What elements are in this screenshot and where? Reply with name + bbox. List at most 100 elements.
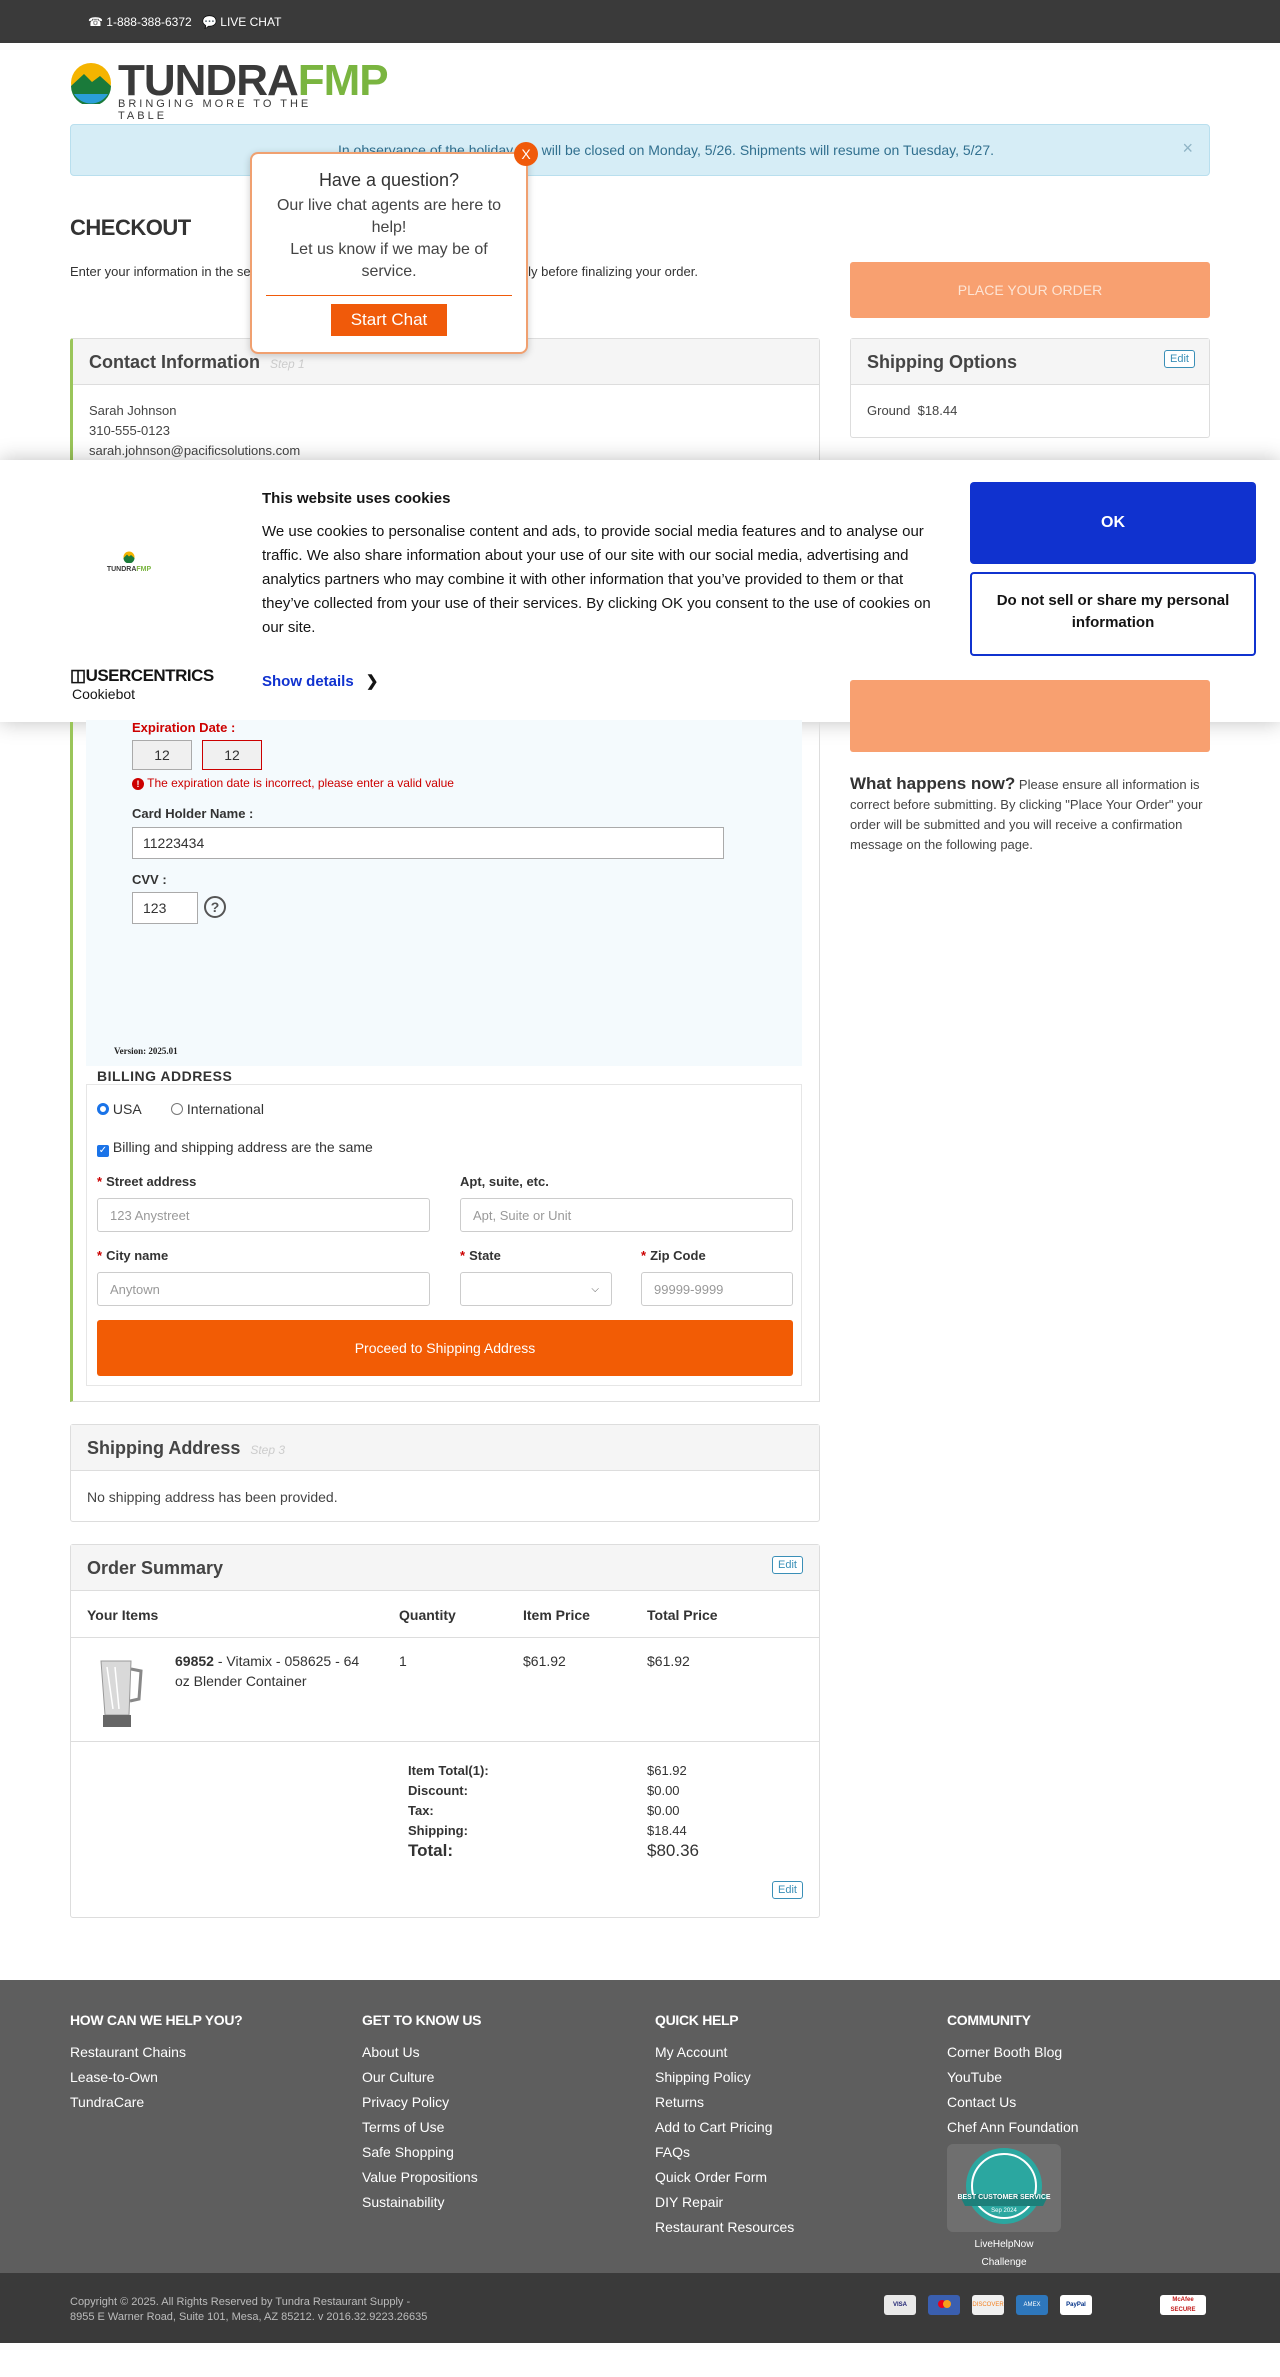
help-icon[interactable]: ? — [204, 896, 226, 918]
logo-tagline: BRINGING MORE TO THE TABLE — [118, 98, 312, 122]
do-not-sell-button[interactable]: Do not sell or share my personal informa… — [970, 572, 1256, 656]
item-price: $61.92 — [523, 1653, 566, 1669]
cookie-ok-button[interactable]: OK — [970, 482, 1256, 564]
same-address-label: Billing and shipping address are the sam… — [112, 1139, 373, 1155]
footer-link[interactable]: About Us — [362, 2040, 478, 2065]
card-holder-input[interactable]: 11223434 — [132, 827, 724, 859]
discover-card-icon: DISCOVER — [972, 2295, 1004, 2315]
amex-card-icon: AMEX — [1016, 2295, 1048, 2315]
col-total-price: Total Price — [647, 1607, 718, 1623]
visa-card-icon: VISA — [884, 2295, 916, 2315]
cvv-input[interactable]: 123 — [132, 892, 198, 924]
col-item-price: Item Price — [523, 1607, 590, 1623]
footer-link[interactable]: Safe Shopping — [362, 2140, 478, 2165]
apt-input[interactable]: Apt, Suite or Unit — [460, 1198, 793, 1232]
cookie-title: This website uses cookies — [262, 490, 451, 507]
same-address-checkbox[interactable]: ✓ Billing and shipping address are the s… — [97, 1139, 373, 1157]
radio-unchecked-icon — [171, 1103, 183, 1115]
footer-link[interactable]: Lease-to-Own — [70, 2065, 186, 2090]
chevron-down-icon: ⌵ — [591, 1283, 599, 1295]
edit-shipping-options-button[interactable]: Edit — [1164, 350, 1195, 368]
edit-order-button-bottom[interactable]: Edit — [772, 1881, 803, 1899]
start-chat-button[interactable]: Start Chat — [330, 304, 448, 336]
exp-month-select[interactable]: 12 — [132, 740, 192, 770]
contact-title: Contact Information — [89, 352, 260, 372]
footer-link[interactable]: Restaurant Resources — [655, 2215, 794, 2240]
shipping-options-panel: Shipping Options Edit Ground $18.44 — [850, 338, 1210, 438]
footer-link[interactable]: Chef Ann Foundation — [947, 2115, 1079, 2140]
footer-link[interactable]: Restaurant Chains — [70, 2040, 186, 2065]
footer-link[interactable]: TundraCare — [70, 2090, 186, 2115]
copyright-text: Copyright © 2025. All Rights Reserved by… — [70, 2296, 428, 2323]
footer-link[interactable]: DIY Repair — [655, 2190, 794, 2215]
cookiebot-label: Cookiebot — [72, 686, 136, 702]
item-total: $61.92 — [647, 1653, 690, 1669]
copyright-bar: Copyright © 2025. All Rights Reserved by… — [0, 2273, 1280, 2343]
radio-usa[interactable]: USA — [97, 1101, 142, 1117]
city-label: * City name — [97, 1248, 169, 1263]
shipping-address-panel: Shipping Address Step 3 No shipping addre… — [70, 1424, 820, 1522]
close-icon[interactable]: X — [514, 142, 538, 166]
street-input[interactable]: 123 Anystreet — [97, 1198, 430, 1232]
show-details-link[interactable]: Show details ❯ — [262, 672, 378, 690]
product-image[interactable] — [93, 1655, 145, 1731]
footer-link[interactable]: Add to Cart Pricing — [655, 2115, 794, 2140]
award-badge-icon — [959, 2148, 1049, 2224]
state-select[interactable]: ⌵ — [460, 1272, 612, 1306]
divider — [266, 295, 512, 296]
footer-link[interactable]: My Account — [655, 2040, 794, 2065]
card-holder-label: Card Holder Name : — [132, 806, 254, 821]
product-name[interactable]: 69852 - Vitamix - 058625 - 64 oz Blender… — [175, 1651, 371, 1691]
usercentrics-logo: ◫USERCENTRICS — [70, 666, 214, 685]
footer-link[interactable]: Sustainability — [362, 2190, 478, 2215]
badge-text: BEST CUSTOMER SERVICE — [957, 2194, 1051, 2201]
edit-order-button[interactable]: Edit — [772, 1556, 803, 1574]
footer-col-community: Corner Booth Blog YouTube Contact Us Che… — [947, 2040, 1079, 2140]
footer-link[interactable]: FAQs — [655, 2140, 794, 2165]
close-icon[interactable]: × — [1182, 138, 1193, 159]
footer-link[interactable]: Shipping Policy — [655, 2065, 794, 2090]
what-happens-block: What happens now? Please ensure all info… — [850, 774, 1210, 855]
live-chat-link[interactable]: 💬 LIVE CHAT — [202, 15, 281, 29]
exp-error-text: The expiration date is incorrect, please… — [147, 776, 454, 790]
shipping-options-header: Shipping Options Edit — [851, 339, 1209, 385]
footer-link[interactable]: Quick Order Form — [655, 2165, 794, 2190]
payment-form: Expiration Date : 12 12 ! The expiration… — [86, 720, 802, 1066]
phone-link[interactable]: ☎ 1-888-388-6372 — [88, 15, 192, 29]
shipping-option-value: Ground $18.44 — [867, 403, 958, 418]
top-bar: ☎ 1-888-388-6372 💬 LIVE CHAT — [0, 0, 1280, 43]
show-details-label: Show details — [262, 673, 354, 690]
footer-link[interactable]: Terms of Use — [362, 2115, 478, 2140]
footer-link[interactable]: Value Propositions — [362, 2165, 478, 2190]
usercentrics-shield-icon: ◫ — [70, 666, 86, 685]
exp-year-select[interactable]: 12 — [202, 740, 262, 770]
footer-link[interactable]: Privacy Policy — [362, 2090, 478, 2115]
place-order-button[interactable]: PLACE YOUR ORDER — [850, 262, 1210, 318]
city-input[interactable]: Anytown — [97, 1272, 430, 1306]
logo-mark-icon — [123, 551, 135, 564]
award-badge[interactable]: BEST CUSTOMER SERVICE Sep 2024 — [947, 2144, 1061, 2232]
footer-col-help: Restaurant Chains Lease-to-Own TundraCar… — [70, 2040, 186, 2115]
footer-col-community-title: COMMUNITY — [947, 2012, 1031, 2028]
footer-link[interactable]: Returns — [655, 2090, 794, 2115]
footer-col-about-title: GET TO KNOW US — [362, 2012, 482, 2028]
chat-popup-line2: Let us know if we may be of service. — [290, 241, 488, 280]
footer-link[interactable]: Our Culture — [362, 2065, 478, 2090]
footer-link[interactable]: Corner Booth Blog — [947, 2040, 1079, 2065]
chat-popup-title: Have a question? — [318, 170, 460, 190]
footer-link[interactable]: Contact Us — [947, 2090, 1079, 2115]
billing-title: BILLING ADDRESS — [97, 1068, 233, 1084]
footer-link[interactable]: YouTube — [947, 2065, 1079, 2090]
zip-input[interactable]: 99999-9999 — [641, 1272, 793, 1306]
order-summary-panel: Order Summary Edit Your Items Quantity I… — [70, 1544, 820, 1918]
radio-usa-label: USA — [112, 1101, 142, 1117]
proceed-shipping-button[interactable]: Proceed to Shipping Address — [97, 1320, 793, 1376]
shipping-address-text: No shipping address has been provided. — [87, 1489, 338, 1505]
place-order-button-2[interactable] — [850, 680, 1210, 752]
state-label: * State — [460, 1248, 501, 1263]
version-label: Version: 2025.01 — [114, 1046, 178, 1056]
contact-name: Sarah Johnson — [89, 403, 177, 418]
what-happens-title: What happens now? — [850, 774, 1016, 793]
radio-international[interactable]: International — [171, 1101, 264, 1117]
logo[interactable]: TUNDRAFMP BRINGING MORE TO THE TABLE — [70, 58, 389, 122]
